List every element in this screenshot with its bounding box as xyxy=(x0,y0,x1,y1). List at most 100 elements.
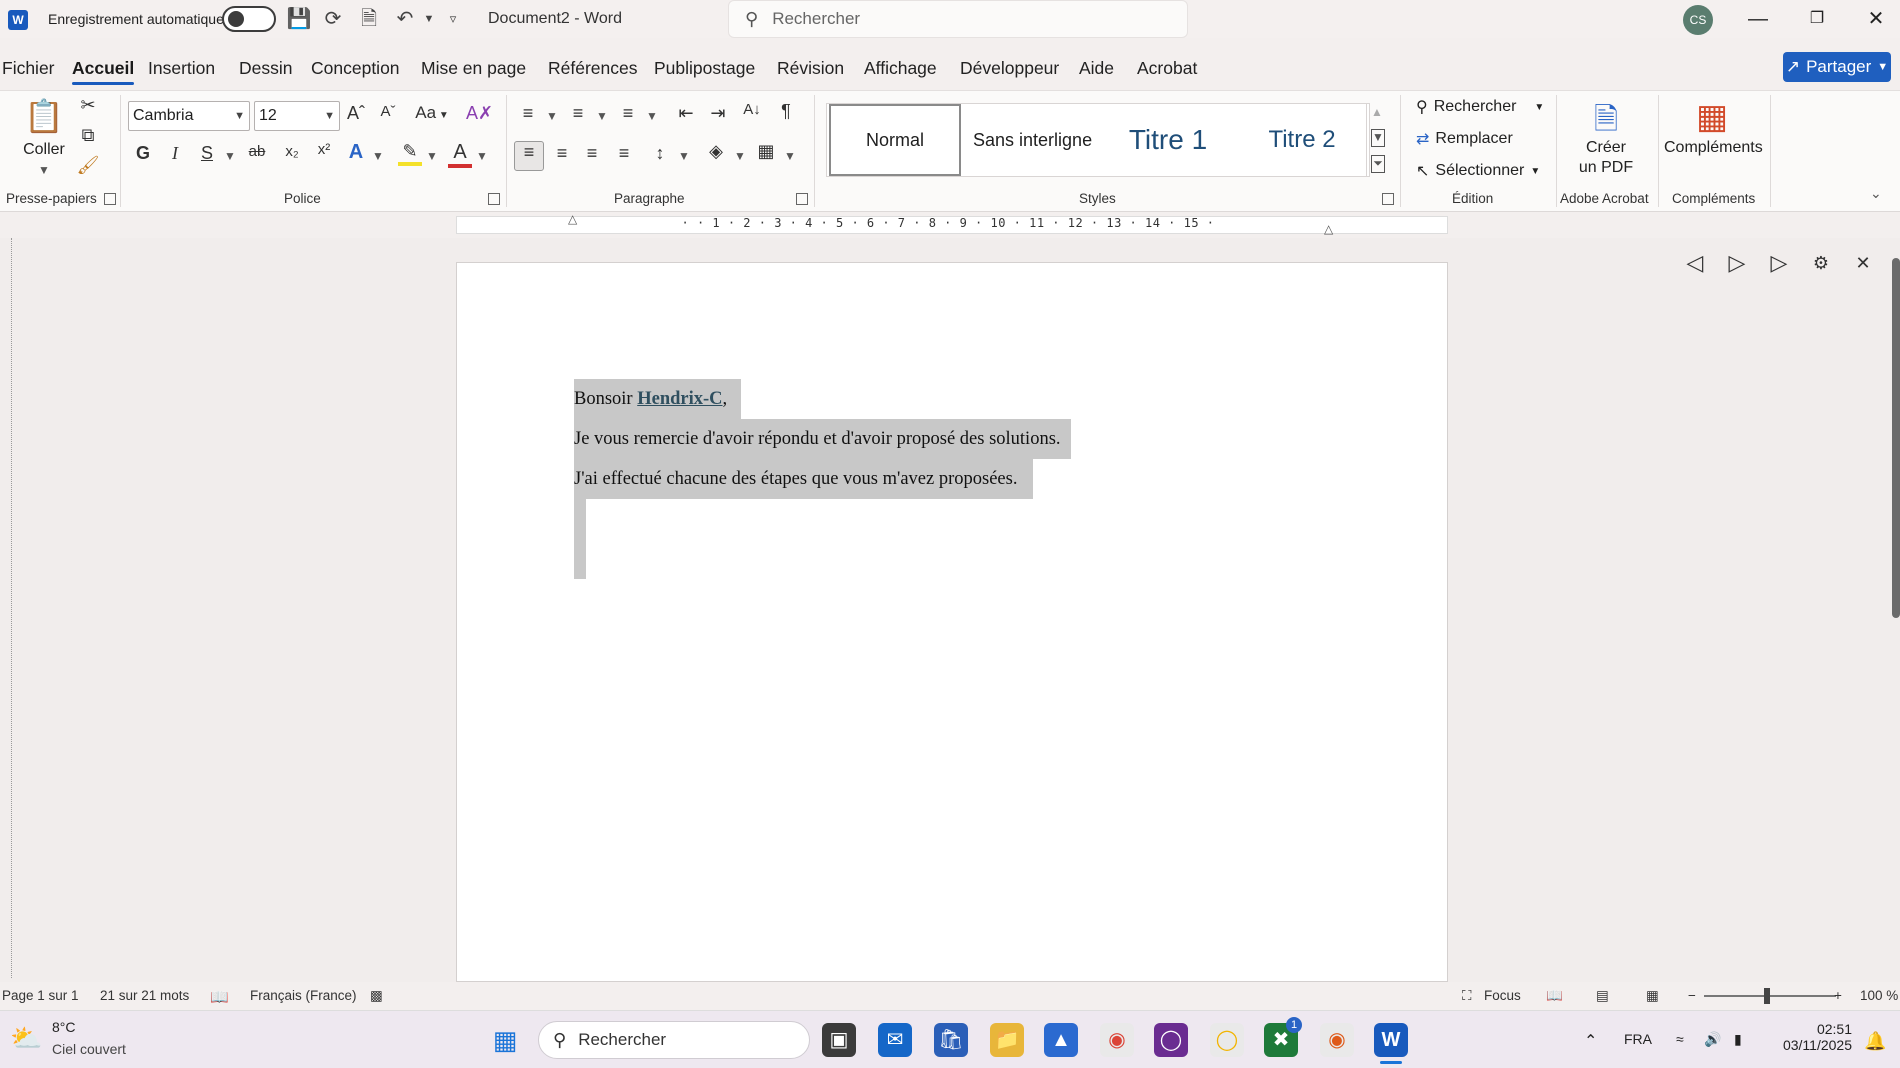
styles-launcher-icon[interactable] xyxy=(1382,193,1394,205)
align-center-icon[interactable]: ≡ xyxy=(550,143,574,164)
style-no-spacing[interactable]: Sans interligne xyxy=(967,104,1095,176)
font-color-dropdown-icon[interactable]: ▼ xyxy=(476,149,488,163)
font-size-select[interactable]: 12 ▼ xyxy=(254,101,340,131)
cut-icon[interactable]: ✂ xyxy=(76,95,100,116)
zoom-out-icon[interactable]: − xyxy=(1688,988,1696,1003)
superscript-icon[interactable]: x² xyxy=(312,141,336,158)
create-pdf-line2[interactable]: un PDF xyxy=(1570,159,1642,177)
align-right-icon[interactable]: ≡ xyxy=(580,143,604,164)
tab-fichier[interactable]: Fichier xyxy=(2,58,55,79)
notification-bell-icon[interactable]: 🔔 xyxy=(1864,1031,1886,1052)
vertical-scrollbar[interactable] xyxy=(1890,248,1900,978)
tab-revision[interactable]: Révision xyxy=(777,58,844,79)
numbering-dropdown-icon[interactable]: ▼ xyxy=(596,109,608,123)
zoom-slider[interactable] xyxy=(1704,995,1836,997)
weather-description[interactable]: Ciel couvert xyxy=(52,1041,126,1057)
user-mention-link[interactable]: Hendrix-C xyxy=(637,389,722,409)
justify-icon[interactable]: ≡ xyxy=(612,143,636,164)
page-count[interactable]: Page 1 sur 1 xyxy=(2,988,79,1003)
photos-icon[interactable]: ▲ xyxy=(1044,1023,1078,1057)
close-window-icon[interactable]: ✕ xyxy=(1856,4,1896,34)
paragraph-steps[interactable]: J'ai effectué chacune des étapes que vou… xyxy=(574,459,1034,499)
replace-button[interactable]: ⇄ Remplacer xyxy=(1416,129,1513,149)
clipboard-launcher-icon[interactable] xyxy=(104,193,116,205)
word-taskbar-icon[interactable]: W xyxy=(1374,1023,1408,1057)
borders-icon[interactable]: ▦ xyxy=(754,141,778,162)
select-button[interactable]: ↖ Sélectionner ▼ xyxy=(1416,161,1540,181)
underline-button[interactable]: S xyxy=(196,143,218,164)
tab-accueil[interactable]: Accueil xyxy=(72,58,135,85)
create-pdf-line1[interactable]: Créer xyxy=(1570,139,1642,157)
redo-circle-icon[interactable]: ⟳ xyxy=(320,6,346,32)
restore-icon[interactable]: ❐ xyxy=(1797,4,1837,34)
start-icon[interactable]: ▦ xyxy=(488,1023,522,1057)
decrease-indent-icon[interactable]: ⇤ xyxy=(674,103,698,124)
clock[interactable]: 02:51 03/11/2025 xyxy=(1770,1021,1852,1053)
tab-references[interactable]: Références xyxy=(548,58,638,79)
shrink-font-icon[interactable]: Aˇ xyxy=(376,103,400,120)
undo-dropdown-icon[interactable]: ▼ xyxy=(416,6,442,32)
share-button[interactable]: ↗ Partager ▼ xyxy=(1783,52,1891,82)
shading-icon[interactable]: ◈ xyxy=(704,141,728,162)
align-left-icon[interactable]: ≡ xyxy=(514,141,544,171)
tab-insertion[interactable]: Insertion xyxy=(148,58,215,79)
line-spacing-icon[interactable]: ↕ xyxy=(648,143,672,164)
tab-developpeur[interactable]: Développeur xyxy=(960,58,1059,79)
font-color-icon[interactable]: A xyxy=(448,141,472,168)
play-icon[interactable]: ▷ xyxy=(1722,248,1752,278)
copy-icon[interactable]: ⧉ xyxy=(76,125,100,146)
duckduckgo-icon[interactable]: ◉ xyxy=(1320,1023,1354,1057)
save-icon[interactable]: 💾 xyxy=(286,6,312,32)
undo-icon[interactable]: ↶ xyxy=(392,6,418,32)
taskbar-search[interactable]: ⚲ Rechercher xyxy=(538,1021,810,1059)
document-page[interactable]: Bonsoir Hendrix-C, Je vous remercie d'av… xyxy=(456,262,1448,982)
paste-label[interactable]: Coller xyxy=(22,141,66,159)
chrome-icon[interactable]: ◉ xyxy=(1100,1023,1134,1057)
multilevel-dropdown-icon[interactable]: ▼ xyxy=(646,109,658,123)
paste-dropdown-icon[interactable]: ▼ xyxy=(38,163,50,177)
bullets-icon[interactable]: ≡ xyxy=(516,103,540,124)
paragraph-greeting[interactable]: Bonsoir Hendrix-C, xyxy=(574,379,742,419)
collapse-ribbon-icon[interactable]: ⌄ xyxy=(1870,185,1882,202)
title-search-box[interactable]: ⚲ Rechercher xyxy=(728,0,1188,38)
chevron-up-icon[interactable]: ⌃ xyxy=(1584,1031,1597,1051)
find-button[interactable]: ⚲ Rechercher ▼ xyxy=(1416,97,1544,117)
grow-font-icon[interactable]: Aˆ xyxy=(344,103,368,124)
styles-more-icon[interactable]: ⏷ xyxy=(1371,155,1385,173)
print-layout-icon[interactable]: ▤ xyxy=(1596,988,1609,1004)
addins-icon[interactable]: ▦ xyxy=(1692,97,1732,137)
line-spacing-dropdown-icon[interactable]: ▼ xyxy=(678,149,690,163)
zoom-level[interactable]: 100 % xyxy=(1860,988,1898,1003)
wifi-icon[interactable]: ≈ xyxy=(1676,1031,1684,1047)
tab-mise-en-page[interactable]: Mise en page xyxy=(421,58,526,79)
volume-icon[interactable]: 🔊 xyxy=(1704,1031,1721,1048)
store-icon[interactable]: 🛍 xyxy=(934,1023,968,1057)
previous-paragraph-icon[interactable]: ◁ xyxy=(1680,248,1710,278)
create-pdf-icon[interactable]: 🗎 xyxy=(1588,97,1624,137)
accessibility-icon[interactable]: ▩ xyxy=(370,988,383,1004)
tab-conception[interactable]: Conception xyxy=(311,58,400,79)
highlight-dropdown-icon[interactable]: ▼ xyxy=(426,149,438,163)
scrollbar-thumb[interactable] xyxy=(1892,258,1900,618)
increase-indent-icon[interactable]: ⇥ xyxy=(706,103,730,124)
format-painter-icon[interactable]: 🖌 xyxy=(76,155,100,176)
clear-formatting-icon[interactable]: A✗ xyxy=(466,103,493,124)
task-view-icon[interactable]: ▣ xyxy=(822,1023,856,1057)
tab-acrobat[interactable]: Acrobat xyxy=(1137,58,1197,79)
focus-label[interactable]: Focus xyxy=(1484,988,1521,1003)
indent-marker-icon[interactable]: △ xyxy=(568,212,577,226)
italic-button[interactable]: I xyxy=(164,143,186,164)
numbering-icon[interactable]: ≡ xyxy=(566,103,590,124)
read-aloud-settings-icon[interactable]: ⚙ xyxy=(1806,248,1836,278)
highlight-icon[interactable]: ✎ xyxy=(398,141,422,166)
borders-dropdown-icon[interactable]: ▼ xyxy=(784,149,796,163)
right-indent-marker-icon[interactable]: △ xyxy=(1324,222,1333,236)
weather-icon[interactable]: ⛅ xyxy=(10,1023,42,1054)
app-purple-icon[interactable]: ◯ xyxy=(1154,1023,1188,1057)
paragraph-launcher-icon[interactable] xyxy=(796,193,808,205)
close-read-aloud-icon[interactable]: ✕ xyxy=(1848,248,1878,278)
mail-icon[interactable]: ✉ xyxy=(878,1023,912,1057)
paragraph-thanks[interactable]: Je vous remercie d'avoir répondu et d'av… xyxy=(574,419,1071,459)
user-avatar[interactable]: CS xyxy=(1683,5,1713,35)
tab-affichage[interactable]: Affichage xyxy=(864,58,937,79)
